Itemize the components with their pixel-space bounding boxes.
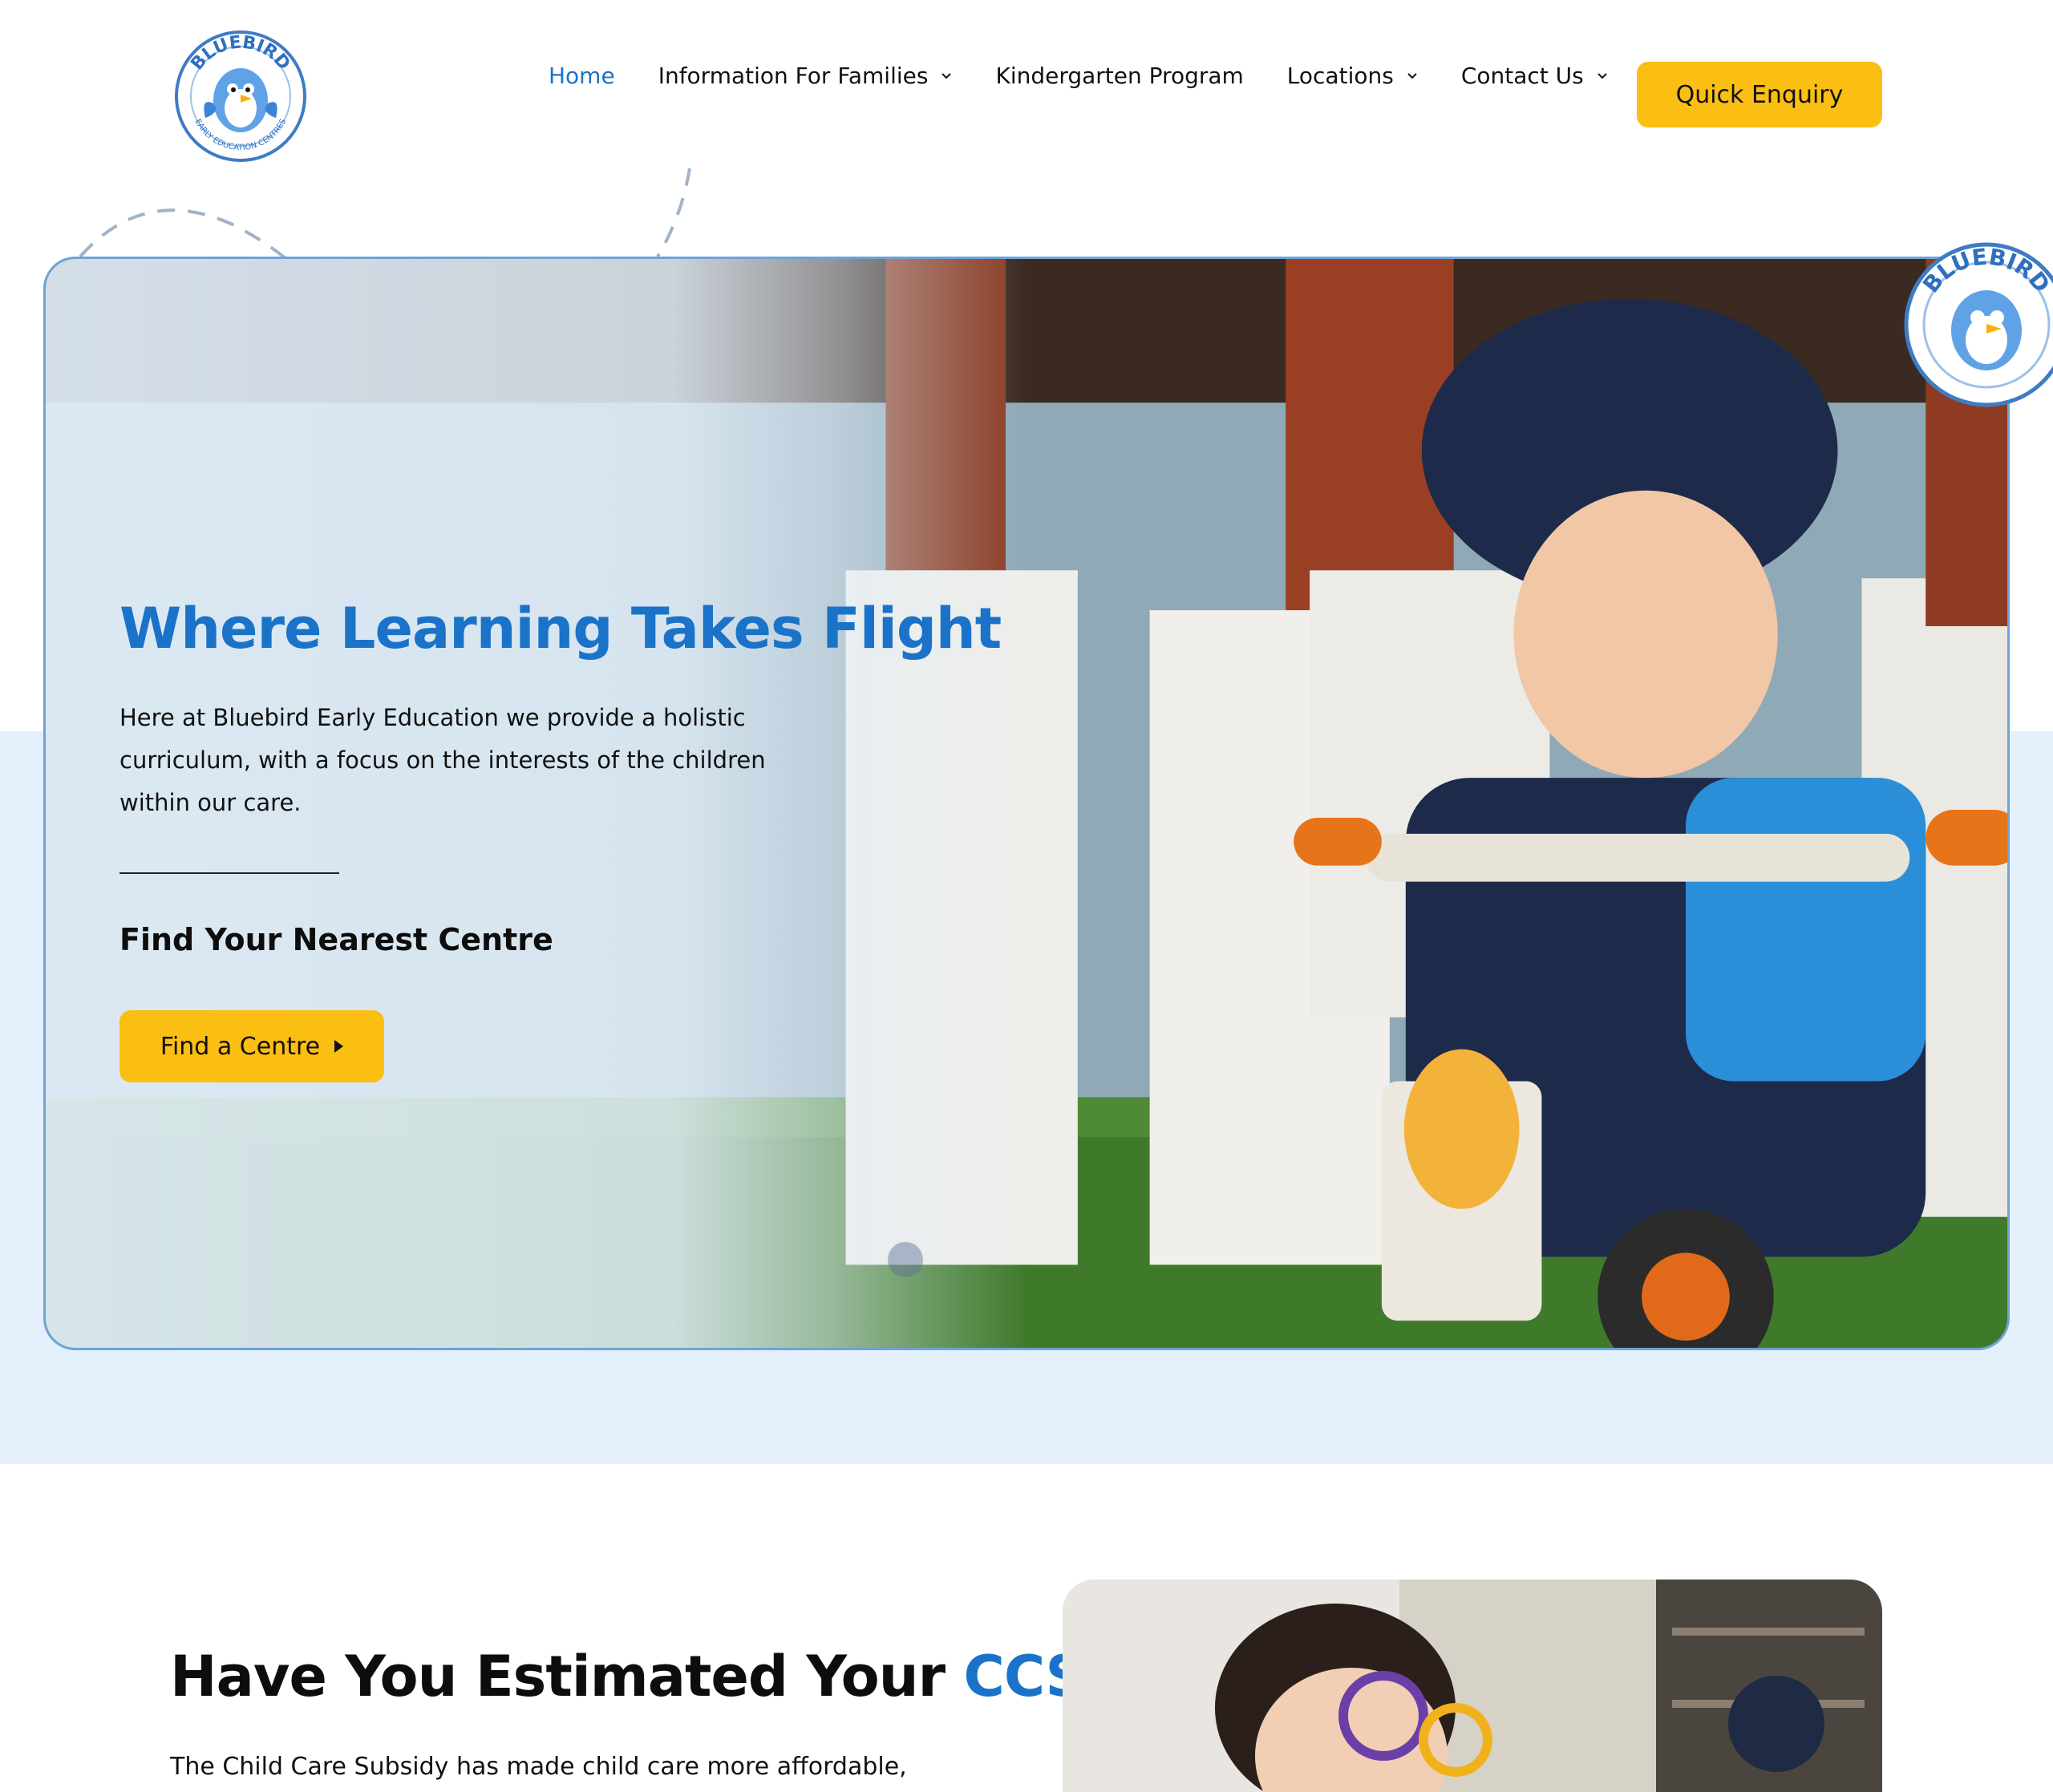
hero-title: Where Learning Takes Flight: [119, 596, 1002, 661]
hero-description: Here at Bluebird Early Education we prov…: [119, 704, 766, 816]
hero-content: Where Learning Takes Flight Here at Blue…: [119, 596, 1002, 1082]
nav-label-kindergarten-program: Kindergarten Program: [995, 63, 1244, 89]
nav-label-information-for-families: Information For Families: [658, 63, 929, 89]
ccs-description: The Child Care Subsidy has made child ca…: [170, 1753, 907, 1781]
quick-enquiry-button[interactable]: Quick Enquiry: [1637, 62, 1882, 127]
chevron-down-icon: [1597, 72, 1607, 79]
nav-label-home: Home: [549, 63, 615, 89]
find-a-centre-label: Find a Centre: [160, 1032, 321, 1061]
ccs-heading-main: Have You Estimated Your: [170, 1644, 964, 1709]
ccs-heading: Have You Estimated Your CCS?: [170, 1644, 1118, 1709]
chevron-down-icon: [941, 72, 952, 79]
find-centre-heading: Find Your Nearest Centre: [119, 922, 553, 957]
find-a-centre-button[interactable]: Find a Centre: [119, 1010, 384, 1082]
bluebird-logo[interactable]: BLUEBIRD EARLY EDUCATION CENTRES: [168, 20, 313, 164]
chevron-down-icon: [1407, 72, 1417, 79]
bluebird-badge-logo: BLUEBIRD: [1904, 242, 2053, 407]
main-nav: Home Information For Families Kindergart…: [549, 63, 1651, 89]
nav-label-locations: Locations: [1286, 63, 1394, 89]
nav-item-information-for-families[interactable]: Information For Families: [658, 63, 953, 89]
caret-right-icon: [334, 1040, 344, 1053]
hero-card: Where Learning Takes Flight Here at Blue…: [43, 257, 2010, 1350]
slider-pagination-dot[interactable]: [888, 1242, 923, 1277]
nav-item-home[interactable]: Home: [549, 63, 615, 89]
nav-item-contact-us[interactable]: Contact Us: [1461, 63, 1608, 89]
hero-divider: [119, 872, 339, 874]
nav-label-contact-us: Contact Us: [1460, 63, 1584, 89]
nav-item-kindergarten-program[interactable]: Kindergarten Program: [995, 63, 1243, 89]
child-with-magnifying-glasses-photo: [1063, 1580, 1882, 1792]
nav-item-locations[interactable]: Locations: [1287, 63, 1418, 89]
